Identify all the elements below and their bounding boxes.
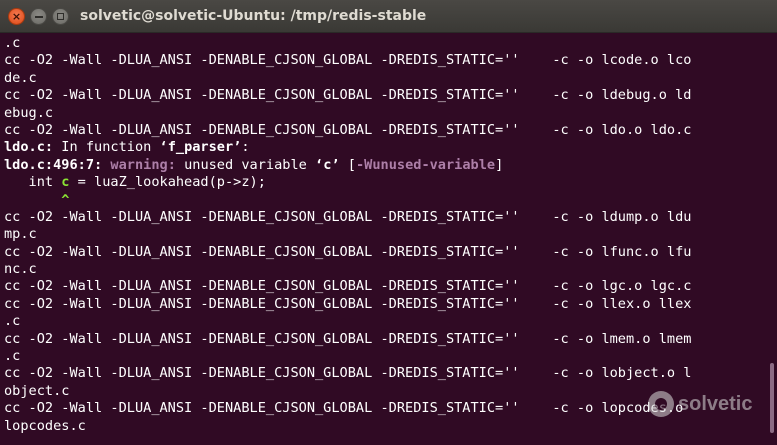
watermark-icon bbox=[648, 391, 674, 417]
minimize-button[interactable] bbox=[30, 8, 47, 25]
terminal-text-segment: In function bbox=[53, 139, 160, 156]
terminal-text-segment: ‘f_parser’ bbox=[159, 139, 242, 156]
terminal-text-segment: mp.c bbox=[4, 226, 37, 243]
terminal-text-segment: object.c bbox=[4, 382, 70, 399]
terminal-text-segment: ebug.c bbox=[4, 104, 54, 121]
terminal-text-segment: : bbox=[241, 139, 250, 156]
terminal-text-segment: = luaZ_lookahead(p->z); bbox=[69, 174, 266, 191]
terminal-line: mp.c bbox=[4, 226, 765, 243]
terminal-text-segment: ‘c’ bbox=[315, 156, 340, 173]
terminal-line: cc -O2 -Wall -DLUA_ANSI -DENABLE_CJSON_G… bbox=[4, 278, 765, 295]
terminal-text-segment: .c bbox=[4, 35, 21, 51]
terminal-line: cc -O2 -Wall -DLUA_ANSI -DENABLE_CJSON_G… bbox=[4, 87, 765, 104]
terminal-line: cc -O2 -Wall -DLUA_ANSI -DENABLE_CJSON_G… bbox=[4, 296, 765, 313]
terminal-line: .c bbox=[4, 313, 765, 330]
terminal-line: .c bbox=[4, 348, 765, 365]
scrollbar[interactable] bbox=[765, 33, 777, 445]
terminal-text-segment: de.c bbox=[4, 69, 37, 86]
terminal-text-segment: cc -O2 -Wall -DLUA_ANSI -DENABLE_CJSON_G… bbox=[4, 208, 692, 225]
terminal-line: cc -O2 -Wall -DLUA_ANSI -DENABLE_CJSON_G… bbox=[4, 331, 765, 348]
title-bar[interactable]: × solvetic@solvetic-Ubuntu: /tmp/redis-s… bbox=[0, 0, 777, 33]
terminal-text-segment: cc -O2 -Wall -DLUA_ANSI -DENABLE_CJSON_G… bbox=[4, 400, 684, 417]
terminal-line: nc.c bbox=[4, 261, 765, 278]
terminal-text-segment: .c bbox=[4, 313, 21, 330]
terminal-text-segment: cc -O2 -Wall -DLUA_ANSI -DENABLE_CJSON_G… bbox=[4, 278, 692, 295]
terminal-line: ldo.c: In function ‘f_parser’: bbox=[4, 139, 765, 156]
terminal-text-segment: int bbox=[4, 174, 62, 191]
terminal-text-segment: warning: bbox=[110, 156, 176, 173]
terminal-text-segment: cc -O2 -Wall -DLUA_ANSI -DENABLE_CJSON_G… bbox=[4, 295, 692, 312]
terminal-line: de.c bbox=[4, 70, 765, 87]
terminal-text-segment: cc -O2 -Wall -DLUA_ANSI -DENABLE_CJSON_G… bbox=[4, 330, 692, 347]
terminal-line: cc -O2 -Wall -DLUA_ANSI -DENABLE_CJSON_G… bbox=[4, 122, 765, 139]
terminal-line: ebug.c bbox=[4, 105, 765, 122]
terminal-line: cc -O2 -Wall -DLUA_ANSI -DENABLE_CJSON_G… bbox=[4, 209, 765, 226]
window-title: solvetic@solvetic-Ubuntu: /tmp/redis-sta… bbox=[80, 8, 427, 24]
close-icon: × bbox=[11, 10, 22, 23]
minimize-icon bbox=[34, 15, 43, 18]
terminal-text-segment: unused variable bbox=[175, 156, 316, 173]
maximize-icon bbox=[57, 13, 64, 20]
terminal-line: int c = luaZ_lookahead(p->z); bbox=[4, 174, 765, 191]
maximize-button[interactable] bbox=[52, 8, 69, 25]
close-button[interactable]: × bbox=[8, 8, 25, 25]
terminal-text-segment: ] bbox=[495, 156, 504, 173]
terminal-text-segment: ldo.c:496:7: bbox=[4, 156, 103, 173]
terminal-line: .c bbox=[4, 35, 765, 52]
terminal-text-segment: ldo.c: bbox=[4, 139, 54, 156]
terminal-text-segment: [ bbox=[339, 156, 356, 173]
terminal-line: ldo.c:496:7: warning: unused variable ‘c… bbox=[4, 157, 765, 174]
terminal-text-segment: cc -O2 -Wall -DLUA_ANSI -DENABLE_CJSON_G… bbox=[4, 365, 692, 382]
terminal-text-segment: -Wunused-variable bbox=[355, 156, 496, 173]
terminal-text-segment: .c bbox=[4, 348, 21, 365]
terminal-text-segment: cc -O2 -Wall -DLUA_ANSI -DENABLE_CJSON_G… bbox=[4, 52, 692, 69]
terminal-text-segment: lopcodes.c bbox=[4, 417, 86, 434]
terminal-text-segment: cc -O2 -Wall -DLUA_ANSI -DENABLE_CJSON_G… bbox=[4, 87, 692, 104]
watermark-logo: solvetic bbox=[648, 384, 766, 424]
terminal-line: cc -O2 -Wall -DLUA_ANSI -DENABLE_CJSON_G… bbox=[4, 365, 765, 382]
terminal-window: × solvetic@solvetic-Ubuntu: /tmp/redis-s… bbox=[0, 0, 777, 445]
scrollbar-thumb[interactable] bbox=[770, 363, 774, 433]
terminal-text-segment: nc.c bbox=[4, 261, 37, 278]
terminal-text-segment: cc -O2 -Wall -DLUA_ANSI -DENABLE_CJSON_G… bbox=[4, 243, 692, 260]
terminal-line: ^ bbox=[4, 192, 765, 209]
terminal-text-segment: ^ bbox=[61, 191, 70, 208]
watermark-text: solvetic bbox=[678, 392, 753, 415]
terminal-line: cc -O2 -Wall -DLUA_ANSI -DENABLE_CJSON_G… bbox=[4, 244, 765, 261]
terminal-line: cc -O2 -Wall -DLUA_ANSI -DENABLE_CJSON_G… bbox=[4, 52, 765, 69]
terminal-text-segment: cc -O2 -Wall -DLUA_ANSI -DENABLE_CJSON_G… bbox=[4, 121, 692, 138]
